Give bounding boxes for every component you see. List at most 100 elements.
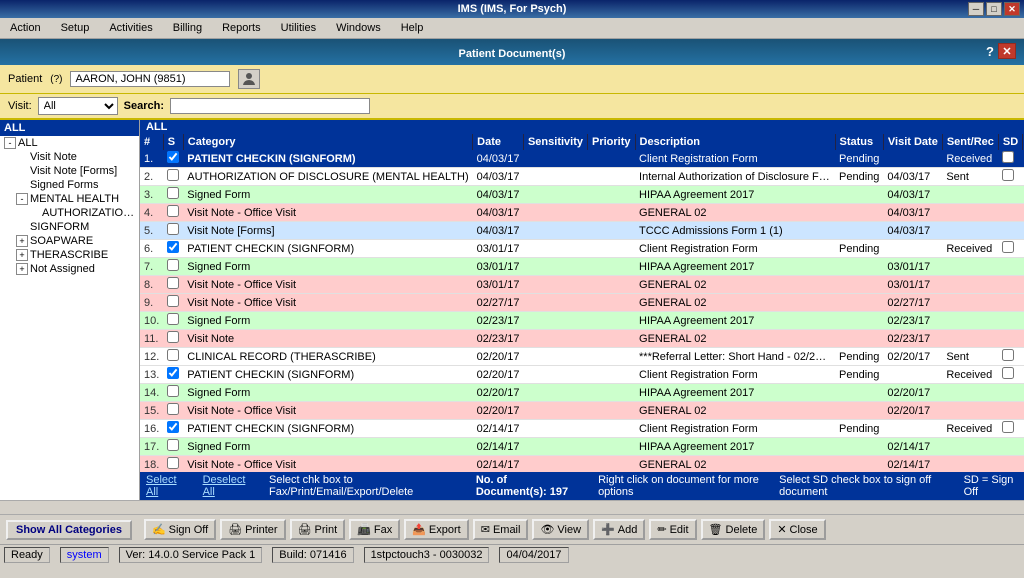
tree-expander-mental-health[interactable]: - [16, 193, 28, 205]
menu-activities[interactable]: Activities [103, 20, 158, 36]
table-row[interactable]: 1.PATIENT CHECKIN (SIGNFORM)04/03/17Clie… [140, 150, 1024, 168]
tree-item-visit-note[interactable]: Visit Note [0, 150, 139, 164]
patient-input[interactable] [70, 71, 230, 87]
table-row[interactable]: 3.Signed Form04/03/17HIPAA Agreement 201… [140, 186, 1024, 204]
table-row[interactable]: 7.Signed Form03/01/17HIPAA Agreement 201… [140, 258, 1024, 276]
row-checkbox-cell[interactable] [163, 366, 183, 384]
row-checkbox[interactable] [167, 439, 179, 451]
row-checkbox-cell[interactable] [163, 312, 183, 330]
row-checkbox-cell[interactable] [163, 150, 183, 168]
tree-item-soapware[interactable]: + SOAPWARE [0, 234, 139, 248]
col-category[interactable]: Category [183, 134, 472, 150]
tree-all-label[interactable]: ALL [0, 120, 139, 136]
tree-item-all[interactable]: - ALL [0, 136, 139, 150]
row-checkbox-cell[interactable] [163, 348, 183, 366]
tree-item-mental-health[interactable]: - MENTAL HEALTH [0, 192, 139, 206]
col-s[interactable]: S [163, 134, 183, 150]
col-priority[interactable]: Priority [588, 134, 636, 150]
row-sd-cell[interactable] [998, 240, 1022, 258]
deselect-all-link[interactable]: Deselect All [203, 474, 249, 498]
row-sd-checkbox[interactable] [1002, 169, 1014, 181]
row-checkbox-cell[interactable] [163, 402, 183, 420]
row-checkbox[interactable] [167, 151, 179, 163]
view-button[interactable]: 👁 View [532, 519, 589, 540]
row-sd-checkbox[interactable] [1002, 367, 1014, 379]
email-button[interactable]: ✉ Email [473, 519, 529, 540]
row-checkbox[interactable] [167, 259, 179, 271]
select-all-link[interactable]: Select All [146, 474, 183, 498]
row-sd-cell[interactable] [998, 330, 1022, 348]
col-date[interactable]: Date [473, 134, 524, 150]
row-checkbox-cell[interactable] [163, 276, 183, 294]
menu-action[interactable]: Action [4, 20, 47, 36]
row-checkbox[interactable] [167, 169, 179, 181]
row-checkbox[interactable] [167, 403, 179, 415]
row-sd-checkbox[interactable] [1002, 151, 1014, 163]
row-sd-cell[interactable] [998, 384, 1022, 402]
row-checkbox[interactable] [167, 331, 179, 343]
show-all-categories-button[interactable]: Show All Categories [6, 520, 132, 540]
row-checkbox-cell[interactable] [163, 384, 183, 402]
patient-person-icon[interactable] [238, 69, 260, 89]
tree-item-signed-forms[interactable]: Signed Forms [0, 178, 139, 192]
row-checkbox[interactable] [167, 205, 179, 217]
search-input[interactable] [170, 98, 370, 114]
row-checkbox-cell[interactable] [163, 186, 183, 204]
row-checkbox[interactable] [167, 241, 179, 253]
row-checkbox[interactable] [167, 277, 179, 289]
row-checkbox[interactable] [167, 349, 179, 361]
printer-button[interactable]: 🖨 Printer [220, 519, 285, 540]
tree-expander-soapware[interactable]: + [16, 235, 28, 247]
edit-button[interactable]: ✏ Edit [649, 519, 696, 540]
maximize-button[interactable]: □ [986, 2, 1002, 16]
help-button[interactable]: ? [986, 44, 994, 59]
table-row[interactable]: 8.Visit Note - Office Visit03/01/17GENER… [140, 276, 1024, 294]
row-sd-cell[interactable] [998, 348, 1022, 366]
row-checkbox[interactable] [167, 421, 179, 433]
close-button[interactable]: ✕ Close [769, 519, 825, 540]
menu-billing[interactable]: Billing [167, 20, 208, 36]
row-checkbox[interactable] [167, 367, 179, 379]
tree-item-therascribe[interactable]: + THERASCRIBE [0, 248, 139, 262]
row-checkbox[interactable] [167, 385, 179, 397]
row-checkbox[interactable] [167, 223, 179, 235]
row-sd-checkbox[interactable] [1002, 421, 1014, 433]
tree-item-signform[interactable]: SIGNFORM [0, 220, 139, 234]
menu-windows[interactable]: Windows [330, 20, 387, 36]
table-row[interactable]: 12.CLINICAL RECORD (THERASCRIBE)02/20/17… [140, 348, 1024, 366]
col-sentrec[interactable]: Sent/Rec [942, 134, 998, 150]
col-num[interactable]: # [140, 134, 163, 150]
row-checkbox[interactable] [167, 313, 179, 325]
row-sd-cell[interactable] [998, 186, 1022, 204]
export-button[interactable]: 📤 Export [404, 519, 469, 540]
row-checkbox-cell[interactable] [163, 456, 183, 473]
row-checkbox-cell[interactable] [163, 204, 183, 222]
table-row[interactable]: 11.Visit Note02/23/17GENERAL 0202/23/17 [140, 330, 1024, 348]
row-sd-cell[interactable] [998, 150, 1022, 168]
row-sd-cell[interactable] [998, 456, 1022, 473]
row-checkbox-cell[interactable] [163, 168, 183, 186]
minimize-button[interactable]: ─ [968, 2, 984, 16]
row-checkbox-cell[interactable] [163, 240, 183, 258]
row-checkbox-cell[interactable] [163, 222, 183, 240]
row-sd-cell[interactable] [998, 168, 1022, 186]
col-sensitivity[interactable]: Sensitivity [523, 134, 587, 150]
row-sd-cell[interactable] [998, 402, 1022, 420]
add-button[interactable]: ➕ Add [593, 519, 645, 540]
table-row[interactable]: 16.PATIENT CHECKIN (SIGNFORM)02/14/17Cli… [140, 420, 1024, 438]
table-row[interactable]: 4.Visit Note - Office Visit04/03/17GENER… [140, 204, 1024, 222]
row-checkbox-cell[interactable] [163, 294, 183, 312]
table-row[interactable]: 18.Visit Note - Office Visit02/14/17GENE… [140, 456, 1024, 473]
row-sd-cell[interactable] [998, 294, 1022, 312]
tree-item-visit-note-forms[interactable]: Visit Note [Forms] [0, 164, 139, 178]
horizontal-scrollbar[interactable] [0, 500, 1024, 514]
row-sd-cell[interactable] [998, 420, 1022, 438]
row-checkbox-cell[interactable] [163, 258, 183, 276]
col-visitdate[interactable]: Visit Date [883, 134, 942, 150]
col-sd[interactable]: SD [998, 134, 1022, 150]
tree-expander-not-assigned[interactable]: + [16, 263, 28, 275]
table-row[interactable]: 6.PATIENT CHECKIN (SIGNFORM)03/01/17Clie… [140, 240, 1024, 258]
row-sd-cell[interactable] [998, 312, 1022, 330]
menu-help[interactable]: Help [395, 20, 430, 36]
window-close-button[interactable]: ✕ [1004, 2, 1020, 16]
